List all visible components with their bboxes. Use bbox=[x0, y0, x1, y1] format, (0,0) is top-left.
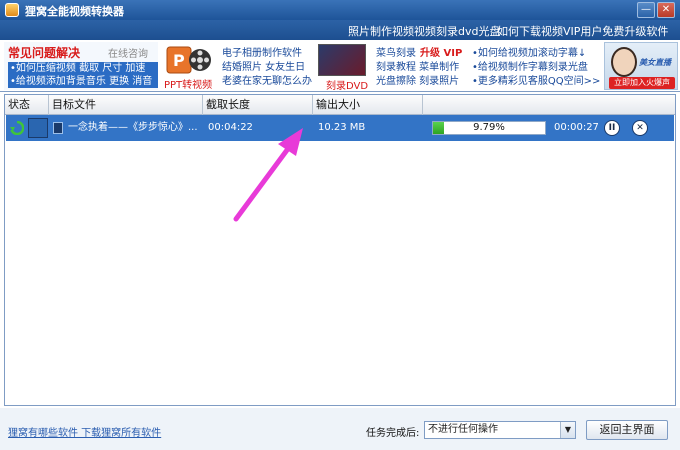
row-filename: 一念执着——《步步惊心》... bbox=[68, 122, 198, 133]
faq-link-compress[interactable]: •如何压缩视频 截取 尺寸 加速 bbox=[8, 62, 158, 75]
portrait-join-button[interactable]: 立即加入火爆声 bbox=[609, 77, 675, 89]
header-status[interactable]: 状态 bbox=[5, 95, 49, 115]
video-file-icon bbox=[53, 122, 63, 134]
menu-vip-upgrade[interactable]: VIP用户免费升级软件 bbox=[563, 23, 668, 39]
svg-text:P: P bbox=[173, 51, 185, 70]
cancel-task-button[interactable]: ✕ bbox=[632, 120, 648, 136]
window-title: 狸窝全能视频转换器 bbox=[25, 5, 124, 18]
row-duration: 00:04:22 bbox=[208, 122, 253, 133]
title-bar: 狸窝全能视频转换器 — ✕ bbox=[0, 0, 680, 20]
portrait-text: 美女直播 bbox=[639, 58, 671, 67]
menu-burn-dvd[interactable]: 视频刻录dvd光盘 bbox=[414, 23, 500, 39]
ad-banner: 常见问题解决 在线咨询 •如何压缩视频 截取 尺寸 加速 •给视频添加背景音乐 … bbox=[0, 40, 680, 92]
online-consult-link[interactable]: 在线咨询 bbox=[108, 45, 148, 60]
ad-link-upgrade-vip[interactable]: 升级 VIP bbox=[420, 44, 462, 59]
bottom-bar: 狸窝有哪些软件 下载狸窝所有软件 任务完成后: 不进行任何操作 ▼ 返回主界面 bbox=[0, 408, 680, 450]
app-logo-icon bbox=[5, 3, 19, 17]
header-target-file[interactable]: 目标文件 bbox=[49, 95, 203, 115]
header-output-size[interactable]: 输出大小 bbox=[313, 95, 423, 115]
list-header: 状态 目标文件 截取长度 输出大小 bbox=[5, 95, 675, 115]
after-task-value: 不进行任何操作 bbox=[428, 424, 498, 435]
row-remaining-time: 00:00:27 bbox=[554, 122, 598, 133]
dropdown-arrow-icon[interactable]: ▼ bbox=[560, 422, 575, 438]
burn-dvd-label[interactable]: 刻录DVD bbox=[326, 77, 368, 92]
header-duration[interactable]: 截取长度 bbox=[203, 95, 313, 115]
after-task-select[interactable]: 不进行任何操作 ▼ bbox=[424, 421, 576, 439]
minimize-button[interactable]: — bbox=[637, 2, 655, 18]
ppt-to-video-label[interactable]: PPT转视频 bbox=[164, 76, 212, 91]
after-task-label: 任务完成后: bbox=[366, 428, 420, 439]
menu-photo-video[interactable]: 照片制作视频 bbox=[348, 23, 414, 39]
portrait-avatar bbox=[611, 47, 637, 77]
ppt-film-icon[interactable]: P bbox=[166, 44, 212, 76]
ad-link-scroll-subtitle[interactable]: •如何给视频加滚动字幕↓ bbox=[472, 44, 586, 59]
top-menu-bar: 照片制作视频 视频刻录dvd光盘 如何下载视频 VIP用户免费升级软件 bbox=[0, 20, 680, 40]
menu-download-video[interactable]: 如何下载视频 bbox=[497, 23, 563, 39]
header-progress bbox=[423, 95, 675, 115]
row-output-size: 10.23 MB bbox=[318, 122, 366, 133]
ad-link-erase-disc[interactable]: 光盘擦除 刻录照片 bbox=[376, 72, 459, 87]
ad-link-album[interactable]: 电子相册制作软件 bbox=[222, 44, 302, 59]
ad-portrait-banner[interactable]: 美女直播 立即加入火爆声 bbox=[604, 42, 678, 90]
ad-link-beginner-burn[interactable]: 菜鸟刻录 bbox=[376, 44, 416, 59]
dvd-thumbnail-icon[interactable] bbox=[318, 44, 366, 76]
converting-status-icon bbox=[10, 121, 24, 135]
conversion-progress-bar: 9.79% bbox=[432, 121, 546, 135]
ad-link-bored[interactable]: 老婆在家无聊怎么办 bbox=[222, 72, 312, 87]
faq-link-music[interactable]: •给视频添加背景音乐 更换 消音 bbox=[8, 75, 158, 88]
ad-link-burn-tutorial[interactable]: 刻录教程 菜单制作 bbox=[376, 58, 459, 73]
pause-button[interactable]: II bbox=[604, 120, 620, 136]
close-button[interactable]: ✕ bbox=[657, 2, 675, 18]
task-list: 状态 目标文件 截取长度 输出大小 一念执着——《步步惊心》... 00:04:… bbox=[4, 94, 676, 406]
table-row[interactable]: 一念执着——《步步惊心》... 00:04:22 10.23 MB 9.79% … bbox=[6, 115, 674, 141]
software-download-link[interactable]: 狸窝有哪些软件 下载狸窝所有软件 bbox=[8, 424, 161, 439]
back-to-main-button[interactable]: 返回主界面 bbox=[586, 420, 668, 440]
ad-link-wedding[interactable]: 结婚照片 女友生日 bbox=[222, 58, 305, 73]
ad-link-subtitle-burn[interactable]: •给视频制作字幕刻录光盘 bbox=[472, 58, 588, 73]
row-select-box[interactable] bbox=[28, 118, 48, 138]
faq-title[interactable]: 常见问题解决 bbox=[8, 44, 80, 61]
progress-percent: 9.79% bbox=[473, 122, 505, 133]
ad-link-qq-space[interactable]: •更多精彩见客服QQ空间>> bbox=[472, 72, 600, 87]
